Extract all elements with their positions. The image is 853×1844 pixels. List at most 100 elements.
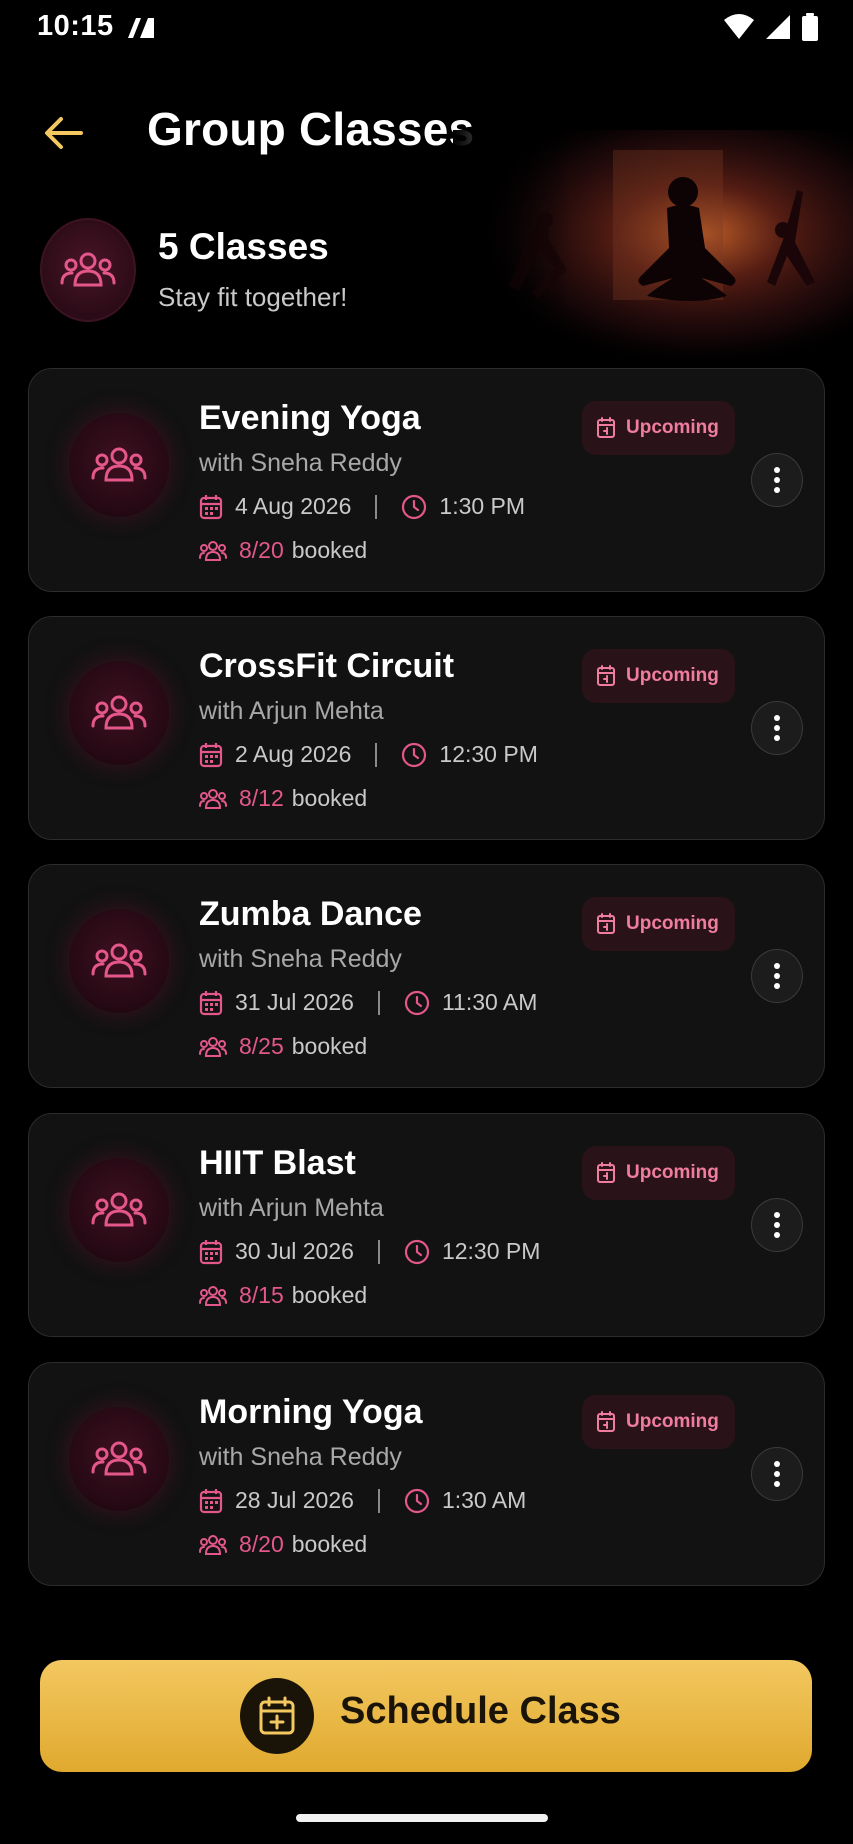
- booked-count: 8/20: [239, 1531, 284, 1557]
- class-title: CrossFit Circuit: [199, 647, 455, 685]
- class-avatar: [69, 661, 169, 765]
- calendar-badge-icon: [597, 1162, 615, 1183]
- calendar-icon: [199, 742, 223, 767]
- more-vertical-icon: [774, 1212, 780, 1238]
- class-schedule: 28 Jul 2026 1:30 AM: [199, 1487, 526, 1514]
- class-time: 1:30 PM: [439, 493, 526, 519]
- page-title: Group Classes: [147, 103, 475, 155]
- home-indicator[interactable]: [296, 1814, 548, 1822]
- status-icons: [723, 13, 819, 46]
- status-badge: Upcoming: [582, 401, 735, 455]
- group-icon: [91, 943, 147, 978]
- booked-label: booked: [291, 1282, 368, 1308]
- more-options-button[interactable]: [751, 1447, 803, 1501]
- meta-divider: [377, 1488, 380, 1513]
- class-card[interactable]: Zumba Dance with Sneha Reddy 31 Jul 2026…: [28, 864, 825, 1088]
- back-button[interactable]: [38, 108, 88, 158]
- group-icon: [91, 1192, 147, 1227]
- people-icon: [199, 540, 227, 561]
- class-time: 11:30 AM: [441, 989, 538, 1015]
- class-title: Morning Yoga: [199, 1393, 423, 1431]
- clock-icon: [404, 1488, 430, 1513]
- arrow-left-icon: [45, 117, 83, 149]
- more-options-button[interactable]: [751, 1198, 803, 1252]
- clock-icon: [404, 1239, 430, 1264]
- class-avatar: [69, 1158, 169, 1262]
- meta-divider: [377, 1239, 380, 1264]
- booked-count: 8/15: [239, 1282, 284, 1308]
- class-card[interactable]: Morning Yoga with Sneha Reddy 28 Jul 202…: [28, 1362, 825, 1586]
- clock-icon: [402, 494, 427, 519]
- booked-count: 8/12: [239, 785, 284, 811]
- status-badge: Upcoming: [582, 897, 735, 951]
- status-badge: Upcoming: [582, 1395, 735, 1449]
- class-instructor: with Sneha Reddy: [199, 945, 402, 973]
- group-icon: [91, 1441, 147, 1476]
- schedule-class-button[interactable]: Schedule Class: [40, 1660, 812, 1772]
- more-vertical-icon: [774, 467, 780, 493]
- more-options-button[interactable]: [751, 949, 803, 1003]
- group-icon: [60, 252, 116, 287]
- status-label: Upcoming: [626, 1411, 719, 1432]
- meta-divider: [375, 742, 378, 767]
- people-icon: [199, 1285, 227, 1306]
- class-booking: 8/15 booked: [199, 1282, 367, 1309]
- booked-label: booked: [291, 785, 368, 811]
- class-schedule: 31 Jul 2026 11:30 AM: [199, 989, 537, 1016]
- calendar-badge-icon: [597, 665, 615, 686]
- status-label: Upcoming: [626, 417, 719, 438]
- class-card[interactable]: HIIT Blast with Arjun Mehta 30 Jul 2026 …: [28, 1113, 825, 1337]
- classes-count: 5 Classes: [158, 226, 329, 267]
- calendar-icon: [199, 990, 223, 1015]
- status-badge: Upcoming: [582, 1146, 735, 1200]
- class-avatar: [69, 1407, 169, 1511]
- group-icon: [91, 695, 147, 730]
- class-booking: 8/25 booked: [199, 1033, 367, 1060]
- status-label: Upcoming: [626, 913, 719, 934]
- meta-divider: [377, 990, 380, 1015]
- class-avatar: [69, 909, 169, 1013]
- class-card[interactable]: CrossFit Circuit with Arjun Mehta 2 Aug …: [28, 616, 825, 840]
- group-icon: [91, 447, 147, 482]
- calendar-icon: [199, 494, 223, 519]
- class-instructor: with Sneha Reddy: [199, 1443, 402, 1471]
- class-date: 4 Aug 2026: [235, 493, 352, 519]
- class-instructor: with Arjun Mehta: [199, 1194, 384, 1222]
- class-instructor: with Sneha Reddy: [199, 449, 402, 477]
- booked-count: 8/20: [239, 537, 284, 563]
- clock-icon: [402, 742, 427, 767]
- status-bar: 10:15: [0, 0, 853, 56]
- yoga-hero-image: [453, 130, 853, 360]
- class-title: Evening Yoga: [199, 399, 421, 437]
- group-avatar: [40, 218, 136, 322]
- wifi-icon: [723, 14, 755, 45]
- booked-count: 8/25: [239, 1033, 284, 1059]
- class-date: 2 Aug 2026: [235, 741, 352, 767]
- notification-icon: [124, 14, 158, 45]
- class-time: 12:30 PM: [439, 741, 538, 767]
- class-time: 12:30 PM: [441, 1238, 541, 1264]
- booked-label: booked: [291, 1531, 368, 1557]
- clock-icon: [404, 990, 430, 1015]
- class-title: HIIT Blast: [199, 1144, 356, 1182]
- class-title: Zumba Dance: [199, 895, 422, 933]
- calendar-badge-icon: [597, 1411, 615, 1432]
- meta-divider: [375, 494, 378, 519]
- calendar-badge-icon: [597, 913, 615, 934]
- class-avatar: [69, 413, 169, 517]
- more-options-button[interactable]: [751, 453, 803, 507]
- status-time: 10:15: [37, 10, 114, 42]
- more-options-button[interactable]: [751, 701, 803, 755]
- calendar-badge-icon: [597, 417, 615, 438]
- people-icon: [199, 1534, 227, 1555]
- people-icon: [199, 1036, 227, 1057]
- hero-subtitle: Stay fit together!: [158, 282, 348, 312]
- class-card[interactable]: Evening Yoga with Sneha Reddy 4 Aug 2026…: [28, 368, 825, 592]
- class-booking: 8/20 booked: [199, 1531, 367, 1558]
- status-label: Upcoming: [626, 665, 719, 686]
- schedule-class-label: Schedule Class: [340, 1690, 621, 1732]
- signal-icon: [765, 14, 791, 45]
- class-booking: 8/20 booked: [199, 537, 367, 564]
- booked-label: booked: [291, 1033, 368, 1059]
- people-icon: [199, 788, 227, 809]
